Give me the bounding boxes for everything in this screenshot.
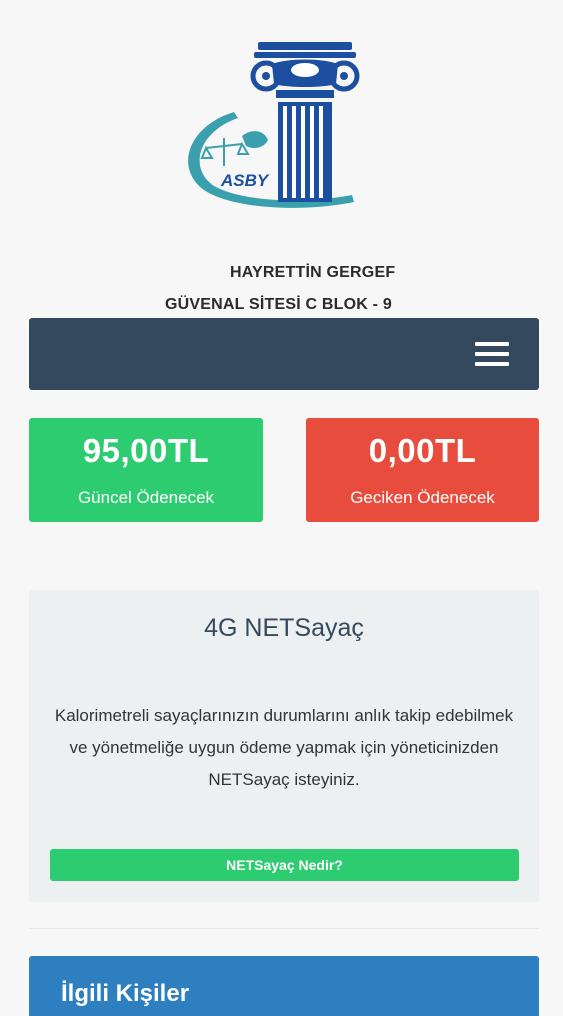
- overdue-payment-amount: 0,00TL: [368, 432, 477, 469]
- section-divider: [29, 928, 539, 929]
- hamburger-menu-icon[interactable]: [475, 342, 509, 368]
- menu-bar: [475, 362, 509, 366]
- user-address: GÜVENAL SİTESİ C BLOK - 9: [165, 296, 392, 313]
- netsayac-card: 4G NETSayaç Kalorimetreli sayaçlarınızın…: [29, 590, 539, 902]
- user-name: HAYRETTİN GERGEF: [230, 264, 396, 281]
- svg-text:ASBY: ASBY: [220, 171, 270, 190]
- contacts-panel: İlgili Kişiler: [29, 956, 539, 1016]
- netsayac-description: Kalorimetreli sayaçlarınızın durumlarını…: [54, 706, 514, 789]
- page: ASBY HAYRETTİN GERGEF GÜVENAL SİTESİ C B…: [0, 0, 563, 1016]
- menu-bar: [475, 352, 509, 356]
- logo: ASBY: [176, 40, 366, 215]
- contacts-title: İlgili Kişiler: [61, 980, 190, 1007]
- netsayac-title: 4G NETSayaç: [204, 614, 364, 642]
- overdue-payment-card[interactable]: 0,00TL Geciken Ödenecek: [306, 418, 539, 522]
- overdue-payment-label: Geciken Ödenecek: [350, 488, 495, 507]
- current-payment-label: Güncel Ödenecek: [77, 488, 215, 507]
- current-payment-amount: 95,00TL: [82, 432, 210, 469]
- navbar: [29, 318, 539, 390]
- menu-bar: [475, 342, 509, 346]
- current-payment-card[interactable]: 95,00TL Güncel Ödenecek: [29, 418, 263, 522]
- netsayac-info-button[interactable]: NETSayaç Nedir?: [50, 849, 519, 881]
- column-logo-icon: ASBY: [188, 42, 360, 208]
